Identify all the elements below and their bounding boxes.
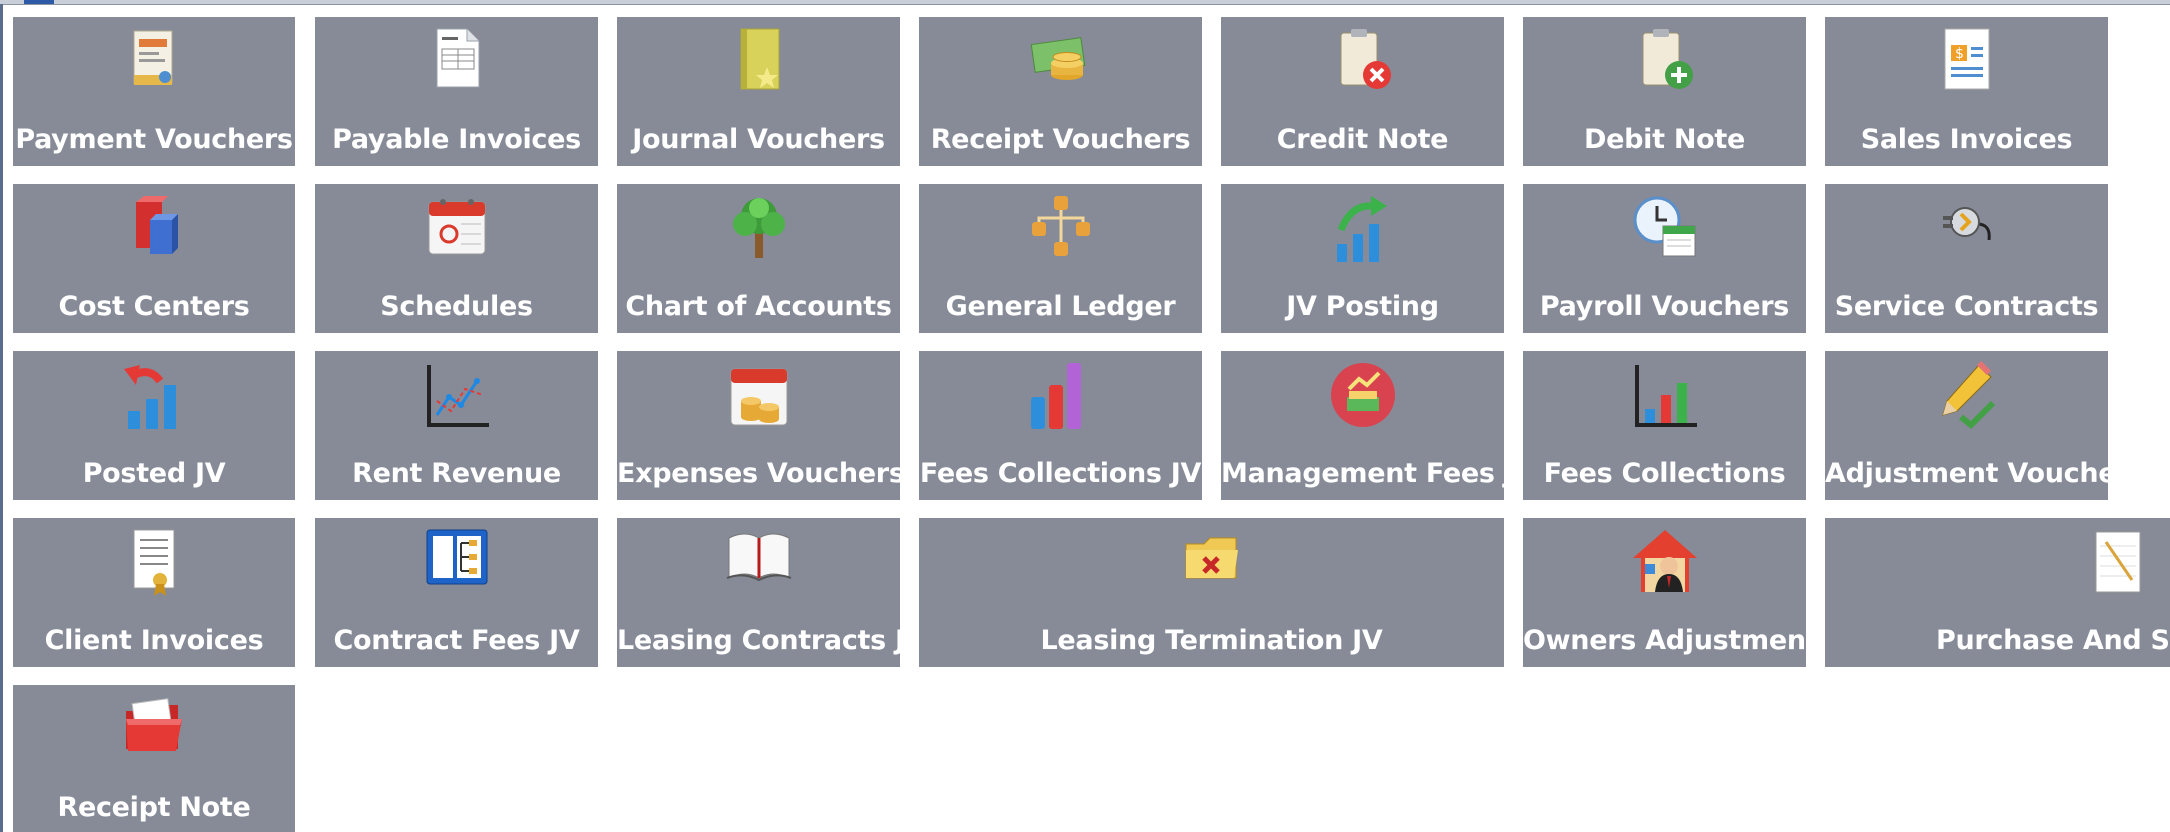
expenses-vouchers-tile[interactable]: Expenses Vouchers	[617, 351, 900, 500]
chart-of-accounts-tile[interactable]: Chart of Accounts	[617, 184, 900, 333]
app-logo-icon	[24, 0, 54, 4]
jv-posting-tile[interactable]: JV Posting	[1221, 184, 1504, 333]
sales-invoice-icon: $	[1825, 27, 2108, 105]
sales-invoices-tile[interactable]: $ Sales Invoices	[1825, 17, 2108, 166]
structure-diagram-icon	[315, 528, 598, 606]
tile-label: Leasing Contracts JV	[617, 625, 900, 656]
tile-label: JV Posting	[1286, 291, 1439, 322]
tile-label: Fees Collections	[1543, 458, 1786, 489]
tile-label: Adjustment Voucher	[1825, 458, 2108, 489]
fees-collections-tile[interactable]: Fees Collections	[1523, 351, 1806, 500]
money-growth-badge-icon	[1221, 361, 1504, 439]
management-fees-jv-tile[interactable]: Management Fees JV	[1221, 351, 1504, 500]
tile-label: Receipt Note	[57, 792, 251, 823]
tile-label: Sales Invoices	[1860, 124, 2073, 155]
tile-label: Cost Centers	[58, 291, 250, 322]
invoice-document-icon	[315, 27, 598, 105]
contract-fees-jv-tile[interactable]: Contract Fees JV	[315, 518, 598, 667]
tile-label: Expenses Vouchers	[617, 458, 900, 489]
cubes-icon	[13, 194, 295, 272]
tile-label: Debit Note	[1584, 124, 1745, 155]
money-coins-icon	[919, 27, 1202, 105]
tile-label: Service Contracts	[1834, 291, 2099, 322]
debit-note-tile[interactable]: Debit Note	[1523, 17, 1806, 166]
payment-voucher-icon	[13, 27, 295, 105]
rent-revenue-tile[interactable]: Rent Revenue	[315, 351, 598, 500]
calendar-icon	[315, 194, 598, 272]
notepad-pencil-icon	[2090, 528, 2150, 606]
tile-label: Rent Revenue	[352, 458, 561, 489]
adjustment-voucher-tile[interactable]: Adjustment Voucher	[1825, 351, 2108, 500]
receipt-note-tile[interactable]: Receipt Note	[13, 685, 295, 832]
leasing-termination-jv-tile[interactable]: Leasing Termination JV	[919, 518, 1504, 667]
red-folder-icon	[13, 695, 295, 773]
credit-note-tile[interactable]: Credit Note	[1221, 17, 1504, 166]
tile-label: Management Fees JV	[1221, 458, 1504, 489]
payable-invoices-tile[interactable]: Payable Invoices	[315, 17, 598, 166]
org-chart-icon	[919, 194, 1202, 272]
client-invoices-tile[interactable]: Client Invoices	[13, 518, 295, 667]
colored-bars-icon	[919, 361, 1202, 439]
journal-vouchers-tile[interactable]: Journal Vouchers	[617, 17, 900, 166]
payment-vouchers-tile[interactable]: Payment Vouchers	[13, 17, 295, 166]
clipboard-remove-icon	[1221, 27, 1504, 105]
tile-label: Contract Fees JV	[333, 625, 580, 656]
clock-calendar-icon	[1523, 194, 1806, 272]
schedules-tile[interactable]: Schedules	[315, 184, 598, 333]
tile-label: Payment Vouchers	[15, 124, 293, 155]
receipt-vouchers-tile[interactable]: Receipt Vouchers	[919, 17, 1202, 166]
tile-label: Schedules	[380, 291, 533, 322]
tile-label: Payroll Vouchers	[1539, 291, 1790, 322]
fees-collections-jv-tile[interactable]: Fees Collections JV	[919, 351, 1202, 500]
plug-icon	[1825, 194, 2108, 272]
pencil-check-icon	[1825, 361, 2108, 439]
cost-centers-tile[interactable]: Cost Centers	[13, 184, 295, 333]
tile-label: Chart of Accounts	[625, 291, 892, 322]
posted-jv-tile[interactable]: Posted JV	[13, 351, 295, 500]
tile-label: Fees Collections JV	[919, 458, 1202, 489]
service-contracts-tile[interactable]: Service Contracts	[1825, 184, 2108, 333]
open-book-icon	[617, 528, 900, 606]
owners-adjustment-tile[interactable]: Owners Adjustment	[1523, 518, 1806, 667]
journal-book-icon	[617, 27, 900, 105]
bar-chart-axes-icon	[1523, 361, 1806, 439]
tile-label: Journal Vouchers	[632, 124, 885, 155]
tree-icon	[617, 194, 900, 272]
certificate-icon	[13, 528, 295, 606]
folder-delete-icon	[919, 528, 1504, 606]
general-ledger-tile[interactable]: General Ledger	[919, 184, 1202, 333]
tile-label: Leasing Termination JV	[1040, 625, 1383, 656]
calendar-coins-icon	[617, 361, 900, 439]
tile-label: Payable Invoices	[332, 124, 581, 155]
bar-chart-back-arrow-icon	[13, 361, 295, 439]
tile-label: Purchase And Store	[1936, 625, 2170, 656]
tile-label: Client Invoices	[44, 625, 264, 656]
line-graph-icon	[315, 361, 598, 439]
tile-label: Credit Note	[1276, 124, 1449, 155]
tile-label: Owners Adjustment	[1523, 625, 1806, 656]
svg-text:$: $	[1955, 46, 1964, 62]
title-bar	[0, 0, 2170, 5]
purchase-and-store-tile[interactable]: Purchase And Store	[1825, 518, 2170, 667]
tile-label: Receipt Vouchers	[930, 124, 1191, 155]
leasing-contracts-jv-tile[interactable]: Leasing Contracts JV	[617, 518, 900, 667]
payroll-vouchers-tile[interactable]: Payroll Vouchers	[1523, 184, 1806, 333]
tile-label: General Ledger	[945, 291, 1176, 322]
house-person-icon	[1523, 528, 1806, 606]
left-border	[0, 4, 3, 832]
tile-label: Posted JV	[82, 458, 226, 489]
bar-chart-arrow-icon	[1221, 194, 1504, 272]
clipboard-add-icon	[1523, 27, 1806, 105]
